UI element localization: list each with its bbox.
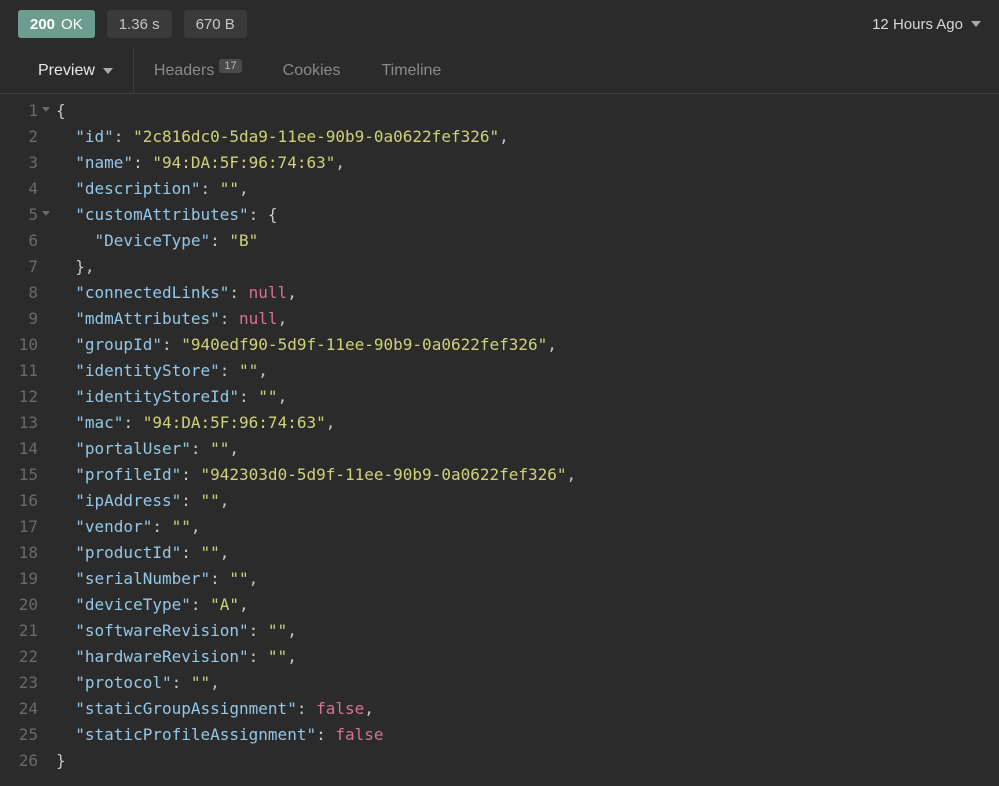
line-number: 7 [0, 254, 48, 280]
code-line: "staticGroupAssignment": false, [56, 696, 576, 722]
tab-cookies-label: Cookies [283, 62, 341, 80]
line-number: 16 [0, 488, 48, 514]
headers-count-badge: 17 [219, 59, 241, 73]
code-line: "staticProfileAssignment": false [56, 722, 576, 748]
line-number: 1 [0, 98, 48, 124]
status-code: 200 [30, 16, 55, 33]
line-number: 4 [0, 176, 48, 202]
chevron-down-icon [971, 21, 981, 27]
code-line: "protocol": "", [56, 670, 576, 696]
fold-icon[interactable] [42, 211, 50, 216]
line-number: 17 [0, 514, 48, 540]
code-line: }, [56, 254, 576, 280]
timing-pill: 1.36 s [107, 10, 172, 38]
code-line: "description": "", [56, 176, 576, 202]
line-number: 18 [0, 540, 48, 566]
code-line: "mdmAttributes": null, [56, 306, 576, 332]
line-number: 3 [0, 150, 48, 176]
line-number: 11 [0, 358, 48, 384]
code-line: "serialNumber": "", [56, 566, 576, 592]
line-number: 26 [0, 748, 48, 774]
code-line: "portalUser": "", [56, 436, 576, 462]
line-number: 20 [0, 592, 48, 618]
time-ago-label: 12 Hours Ago [872, 16, 963, 33]
code-line: "vendor": "", [56, 514, 576, 540]
line-gutter: 1 2 3 4 5 6 7 8 9 10 11 12 13 14 15 16 1… [0, 98, 56, 774]
code-line: "id": "2c816dc0-5da9-11ee-90b9-0a0622fef… [56, 124, 576, 150]
code-line: } [56, 748, 576, 774]
line-number: 13 [0, 410, 48, 436]
code-line: "name": "94:DA:5F:96:74:63", [56, 150, 576, 176]
code-line: { [56, 98, 576, 124]
line-number: 12 [0, 384, 48, 410]
tab-headers-label: Headers [154, 62, 214, 80]
code-line: "ipAddress": "", [56, 488, 576, 514]
code-line: "hardwareRevision": "", [56, 644, 576, 670]
line-number: 2 [0, 124, 48, 150]
tab-preview[interactable]: Preview [18, 48, 134, 93]
tab-headers[interactable]: Headers 17 [134, 48, 263, 93]
line-number: 22 [0, 644, 48, 670]
code-line: "groupId": "940edf90-5d9f-11ee-90b9-0a06… [56, 332, 576, 358]
code-line: "profileId": "942303d0-5d9f-11ee-90b9-0a… [56, 462, 576, 488]
code-line: "identityStore": "", [56, 358, 576, 384]
line-number: 23 [0, 670, 48, 696]
tab-timeline[interactable]: Timeline [361, 48, 462, 93]
status-badge: 200 OK [18, 10, 95, 38]
line-number: 21 [0, 618, 48, 644]
code-body[interactable]: { "id": "2c816dc0-5da9-11ee-90b9-0a0622f… [56, 98, 576, 774]
line-number: 10 [0, 332, 48, 358]
line-number: 5 [0, 202, 48, 228]
tab-timeline-label: Timeline [381, 62, 441, 80]
line-number: 6 [0, 228, 48, 254]
time-ago-dropdown[interactable]: 12 Hours Ago [872, 16, 981, 33]
top-bar: 200 OK 1.36 s 670 B 12 Hours Ago [0, 0, 999, 48]
status-text: OK [61, 16, 83, 33]
code-line: "identityStoreId": "", [56, 384, 576, 410]
line-number: 8 [0, 280, 48, 306]
line-number: 19 [0, 566, 48, 592]
tab-preview-label: Preview [38, 62, 95, 80]
chevron-down-icon [103, 68, 113, 74]
tab-bar: Preview Headers 17 Cookies Timeline [0, 48, 999, 94]
code-line: "mac": "94:DA:5F:96:74:63", [56, 410, 576, 436]
line-number: 24 [0, 696, 48, 722]
code-line: "DeviceType": "B" [56, 228, 576, 254]
line-number: 25 [0, 722, 48, 748]
code-line: "customAttributes": { [56, 202, 576, 228]
code-line: "connectedLinks": null, [56, 280, 576, 306]
size-pill: 670 B [184, 10, 247, 38]
tab-cookies[interactable]: Cookies [263, 48, 362, 93]
code-line: "productId": "", [56, 540, 576, 566]
fold-icon[interactable] [42, 107, 50, 112]
line-number: 14 [0, 436, 48, 462]
line-number: 9 [0, 306, 48, 332]
code-line: "softwareRevision": "", [56, 618, 576, 644]
json-preview: 1 2 3 4 5 6 7 8 9 10 11 12 13 14 15 16 1… [0, 94, 999, 774]
line-number: 15 [0, 462, 48, 488]
code-line: "deviceType": "A", [56, 592, 576, 618]
